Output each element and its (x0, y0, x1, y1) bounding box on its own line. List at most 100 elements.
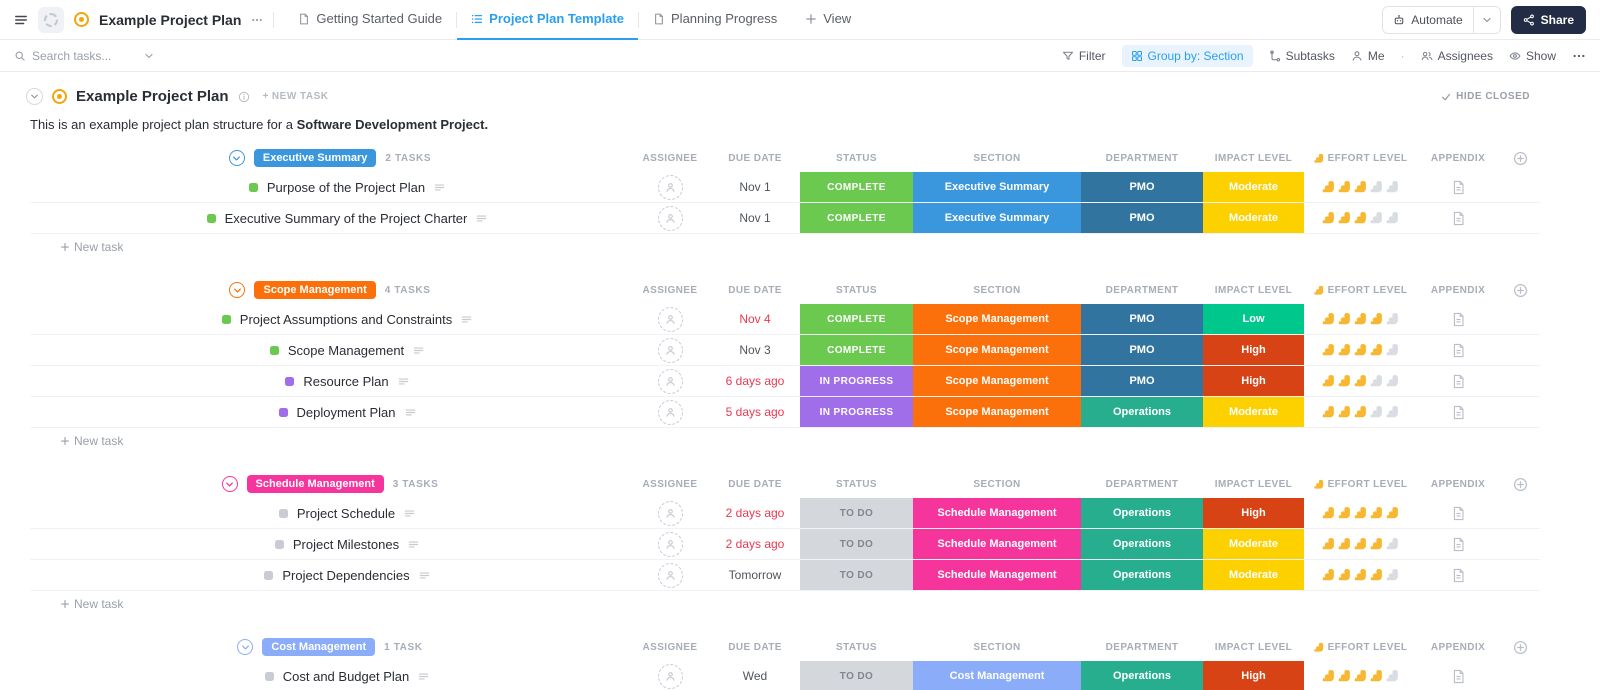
due-date-cell[interactable]: Nov 3 (710, 335, 800, 365)
info-icon[interactable] (238, 91, 250, 103)
task-status-square[interactable] (279, 408, 288, 417)
filter-button[interactable]: Filter (1062, 49, 1106, 63)
column-header-status[interactable]: STATUS (800, 472, 913, 496)
task-name-cell[interactable]: Project Dependencies (30, 560, 630, 590)
column-header-impact-level[interactable]: IMPACT LEVEL (1203, 146, 1304, 170)
task-name-cell[interactable]: Scope Management (30, 335, 630, 365)
workspace-avatar[interactable] (38, 7, 64, 33)
effort-level-cell[interactable] (1304, 560, 1416, 590)
task-row[interactable]: Project Assumptions and ConstraintsNov 4… (30, 304, 1540, 335)
column-header-department[interactable]: DEPARTMENT (1081, 635, 1203, 659)
department-cell[interactable]: PMO (1081, 304, 1203, 334)
effort-level-cell[interactable] (1304, 397, 1416, 427)
task-row[interactable]: Cost and Budget PlanWedTO DOCost Managem… (30, 661, 1540, 690)
appendix-document-icon[interactable] (1452, 669, 1465, 684)
impact-level-cell[interactable]: High (1203, 335, 1304, 365)
column-header-assignee[interactable]: ASSIGNEE (630, 635, 710, 659)
task-name[interactable]: Deployment Plan (297, 405, 396, 420)
automate-button[interactable]: Automate (1382, 6, 1500, 34)
tab-project-plan-template[interactable]: Project Plan Template (457, 0, 638, 40)
task-name-cell[interactable]: Purpose of the Project Plan (30, 172, 630, 202)
add-assignee-button[interactable] (658, 206, 683, 231)
task-description-icon[interactable] (405, 407, 416, 418)
collapse-chevron-icon[interactable] (26, 88, 43, 105)
task-row[interactable]: Executive Summary of the Project Charter… (30, 203, 1540, 234)
impact-level-cell[interactable]: Moderate (1203, 560, 1304, 590)
task-name[interactable]: Project Dependencies (282, 568, 409, 583)
impact-level-cell[interactable]: High (1203, 366, 1304, 396)
task-description-icon[interactable] (418, 671, 429, 682)
impact-level-cell[interactable]: Moderate (1203, 172, 1304, 202)
automate-dropdown-chevron[interactable] (1473, 7, 1500, 33)
task-description-icon[interactable] (404, 508, 415, 519)
task-row[interactable]: Project Schedule2 days agoTO DOSchedule … (30, 498, 1540, 529)
task-name-cell[interactable]: Deployment Plan (30, 397, 630, 427)
effort-level-cell[interactable] (1304, 335, 1416, 365)
task-row[interactable]: Scope ManagementNov 3COMPLETEScope Manag… (30, 335, 1540, 366)
appendix-document-icon[interactable] (1452, 180, 1465, 195)
task-description-icon[interactable] (419, 570, 430, 581)
share-button[interactable]: Share (1511, 6, 1586, 34)
department-cell[interactable]: Operations (1081, 661, 1203, 690)
effort-level-cell[interactable] (1304, 304, 1416, 334)
column-header-status[interactable]: STATUS (800, 146, 913, 170)
impact-level-cell[interactable]: Moderate (1203, 529, 1304, 559)
section-cell[interactable]: Executive Summary (913, 172, 1081, 202)
group-collapse-chevron-icon[interactable] (229, 150, 245, 166)
assignees-button[interactable]: Assignees (1421, 49, 1493, 63)
column-header-appendix[interactable]: APPENDIX (1416, 472, 1500, 496)
impact-level-cell[interactable]: Moderate (1203, 203, 1304, 233)
column-header-appendix[interactable]: APPENDIX (1416, 278, 1500, 302)
department-cell[interactable]: PMO (1081, 172, 1203, 202)
task-name[interactable]: Cost and Budget Plan (283, 669, 409, 684)
effort-level-cell[interactable] (1304, 529, 1416, 559)
search-box[interactable] (14, 49, 155, 63)
task-name-cell[interactable]: Resource Plan (30, 366, 630, 396)
column-header-due-date[interactable]: DUE DATE (710, 635, 800, 659)
task-name[interactable]: Scope Management (288, 343, 404, 358)
effort-level-cell[interactable] (1304, 661, 1416, 690)
section-cell[interactable]: Schedule Management (913, 498, 1081, 528)
column-header-appendix[interactable]: APPENDIX (1416, 635, 1500, 659)
task-status-square[interactable] (270, 346, 279, 355)
department-cell[interactable]: PMO (1081, 203, 1203, 233)
due-date-cell[interactable]: Tomorrow (710, 560, 800, 590)
add-assignee-button[interactable] (658, 664, 683, 689)
department-cell[interactable]: Operations (1081, 397, 1203, 427)
search-input[interactable] (32, 49, 137, 63)
column-header-section[interactable]: SECTION (913, 635, 1081, 659)
add-column-button[interactable] (1513, 283, 1528, 298)
section-cell[interactable]: Scope Management (913, 304, 1081, 334)
add-column-button[interactable] (1513, 151, 1528, 166)
task-name[interactable]: Resource Plan (303, 374, 388, 389)
task-name-cell[interactable]: Project Assumptions and Constraints (30, 304, 630, 334)
section-cell[interactable]: Schedule Management (913, 529, 1081, 559)
group-badge[interactable]: Executive Summary (254, 149, 377, 167)
task-name[interactable]: Project Assumptions and Constraints (240, 312, 452, 327)
task-description-icon[interactable] (434, 182, 445, 193)
task-status-square[interactable] (249, 183, 258, 192)
group-collapse-chevron-icon[interactable] (222, 476, 238, 492)
department-cell[interactable]: PMO (1081, 366, 1203, 396)
add-assignee-button[interactable] (658, 369, 683, 394)
column-header-status[interactable]: STATUS (800, 635, 913, 659)
group-collapse-chevron-icon[interactable] (229, 282, 245, 298)
hamburger-menu-icon[interactable] (14, 13, 28, 27)
column-header-status[interactable]: STATUS (800, 278, 913, 302)
effort-level-cell[interactable] (1304, 203, 1416, 233)
status-cell[interactable]: TO DO (800, 661, 913, 690)
task-status-square[interactable] (222, 315, 231, 324)
section-cell[interactable]: Schedule Management (913, 560, 1081, 590)
task-status-square[interactable] (264, 571, 273, 580)
column-header-section[interactable]: SECTION (913, 278, 1081, 302)
department-cell[interactable]: Operations (1081, 498, 1203, 528)
task-name[interactable]: Project Schedule (297, 506, 395, 521)
tab-planning-progress[interactable]: Planning Progress (639, 0, 791, 40)
add-assignee-button[interactable] (658, 563, 683, 588)
add-assignee-button[interactable] (658, 175, 683, 200)
appendix-document-icon[interactable] (1452, 343, 1465, 358)
add-assignee-button[interactable] (658, 338, 683, 363)
effort-level-cell[interactable] (1304, 366, 1416, 396)
column-header-department[interactable]: DEPARTMENT (1081, 278, 1203, 302)
column-header-due-date[interactable]: DUE DATE (710, 278, 800, 302)
